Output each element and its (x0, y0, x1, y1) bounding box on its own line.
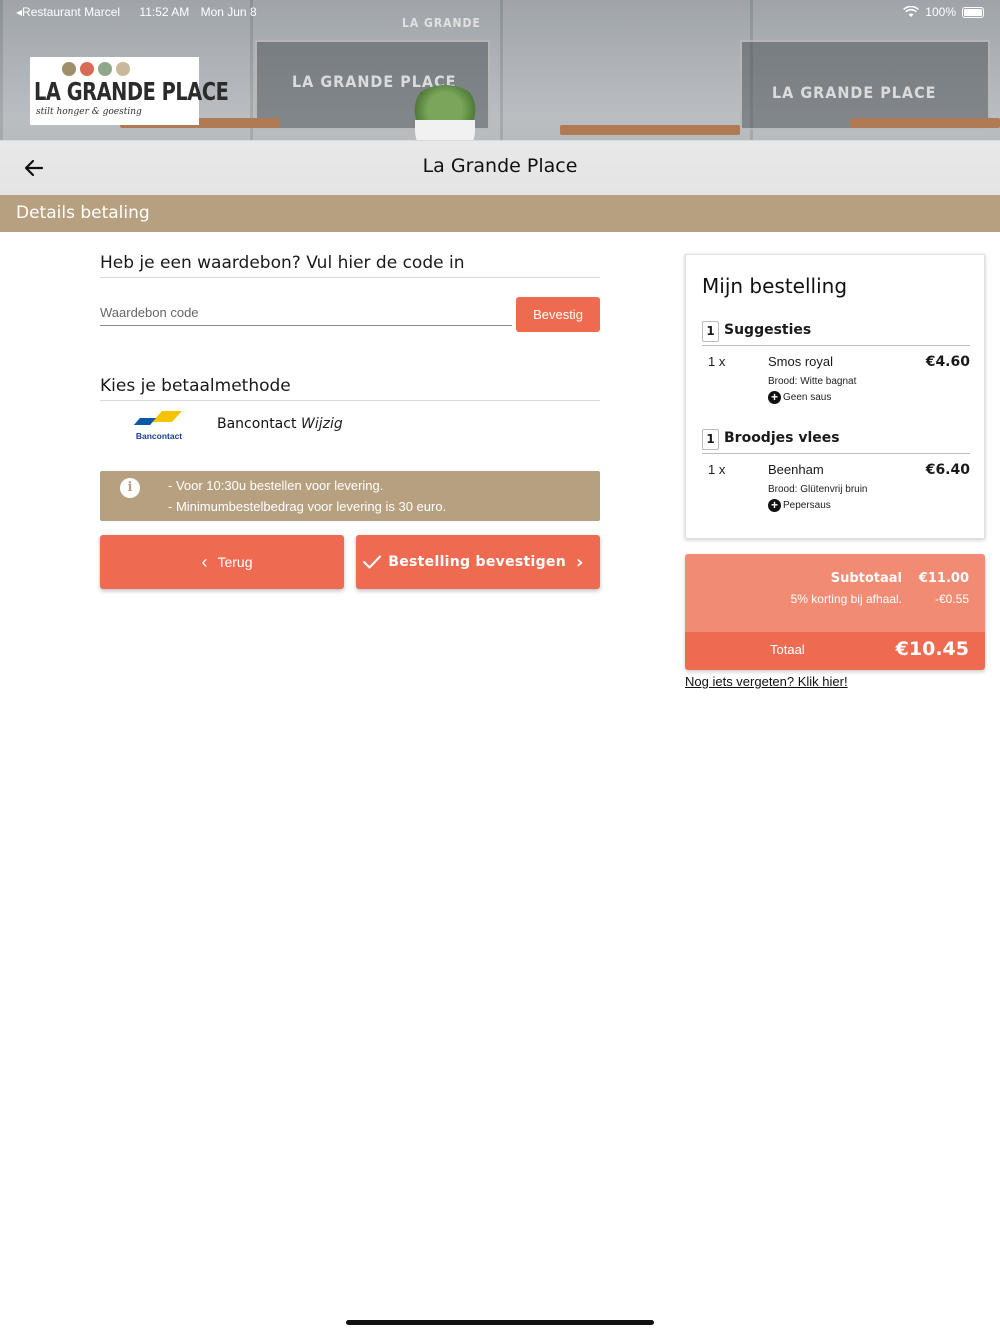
category-qty-badge: 1 (702, 321, 719, 342)
terrace-table (560, 125, 740, 135)
item-extra: + Geen saus (768, 391, 831, 404)
info-line: - Voor 10:30u bestellen voor levering. (168, 478, 384, 493)
discount-label: 5% korting bij afhaal. (790, 592, 902, 606)
order-heading: Mijn bestelling (702, 274, 848, 298)
item-extra-label: Pepersaus (783, 500, 831, 511)
total-row: Totaal €10.45 (685, 632, 985, 670)
terrace-table (850, 118, 1000, 128)
item-extra-label: Geen saus (783, 392, 832, 403)
plus-circle-icon: + (768, 391, 781, 404)
voucher-heading: Heb je een waardebon? Vul hier de code i… (100, 253, 600, 278)
item-price: €4.60 (925, 354, 970, 370)
item-extra: + Pepersaus (768, 499, 831, 512)
wifi-icon (903, 6, 920, 17)
back-button-label: Terug (217, 554, 253, 570)
voucher-code-input[interactable] (100, 300, 512, 326)
status-time: 11:52 AM (139, 5, 190, 19)
item-name: Smos royal (768, 354, 834, 369)
item-detail: Brood: Witte bagnat (768, 376, 857, 387)
item-qty: 1 x (708, 354, 726, 369)
plus-circle-icon: + (768, 499, 781, 512)
item-qty: 1 x (708, 462, 726, 477)
order-totals: Subtotaal €11.00 5% korting bij afhaal. … (685, 554, 985, 670)
bancontact-logo-text: Bancontact (136, 431, 182, 441)
logo-brand-text: LA GRANDE PLACE (34, 77, 229, 106)
back-to-app-link[interactable]: ◂Restaurant Marcel (16, 5, 128, 19)
battery-percent: 100% (925, 5, 956, 19)
category-qty-badge: 1 (702, 429, 719, 450)
section-header: Details betaling (0, 195, 1000, 232)
item-detail: Brood: Glütenvrij bruin (768, 484, 868, 495)
page-title: La Grande Place (422, 155, 578, 177)
category-name: Suggesties (724, 322, 812, 338)
battery-icon (962, 6, 984, 18)
confirm-order-button[interactable]: Bestelling bevestigen › (356, 535, 600, 589)
chevron-right-icon: › (575, 551, 584, 573)
confirm-order-label: Bestelling bevestigen (388, 554, 566, 570)
delivery-info-box: i - Voor 10:30u bestellen voor levering.… (100, 471, 600, 521)
chevron-left-icon: ‹ (201, 551, 208, 572)
order-summary-card: Mijn bestelling 1 Suggesties 1 x Smos ro… (685, 254, 985, 539)
section-title: Details betaling (16, 203, 150, 223)
window-lettering: LA GRANDE PLACE (772, 83, 937, 102)
total-value: €10.45 (895, 638, 969, 660)
home-indicator[interactable] (346, 1320, 654, 1325)
voucher-confirm-button[interactable]: Bevestig (516, 297, 600, 332)
checkmark-icon (363, 555, 382, 569)
status-bar: ◂Restaurant Marcel 11:52 AM Mon Jun 8 10… (0, 0, 1000, 24)
forgot-something-link[interactable]: Nog iets vergeten? Klik hier! (685, 674, 848, 689)
totals-breakdown: Subtotaal €11.00 5% korting bij afhaal. … (685, 554, 985, 632)
subtotal-value: €11.00 (918, 571, 969, 586)
category-name: Broodjes vlees (724, 430, 840, 446)
total-label: Totaal (770, 642, 805, 657)
payment-method-heading: Kies je betaalmethode (100, 376, 600, 401)
order-category: 1 Suggesties (702, 320, 970, 346)
payment-method-name: Bancontact (217, 416, 297, 432)
subtotal-label: Subtotaal (830, 571, 902, 586)
logo-badges (62, 62, 130, 76)
navigation-bar: La Grande Place (0, 141, 1000, 195)
discount-value: -€0.55 (934, 592, 969, 606)
back-button[interactable]: ‹ Terug (100, 535, 344, 589)
logo-tagline: stilt honger & goesting (36, 107, 142, 117)
change-payment-link[interactable]: Wijzig (301, 416, 343, 432)
info-line: - Minimumbestelbedrag voor levering is 3… (168, 499, 447, 514)
status-date: Mon Jun 8 (200, 5, 257, 19)
order-category: 1 Broodjes vlees (702, 428, 970, 454)
bancontact-logo-icon: Bancontact (134, 411, 182, 441)
item-price: €6.40 (925, 462, 970, 478)
item-name: Beenham (768, 462, 824, 477)
info-icon: i (120, 478, 140, 498)
restaurant-logo: LA GRANDE PLACE stilt honger & goesting (30, 57, 229, 125)
